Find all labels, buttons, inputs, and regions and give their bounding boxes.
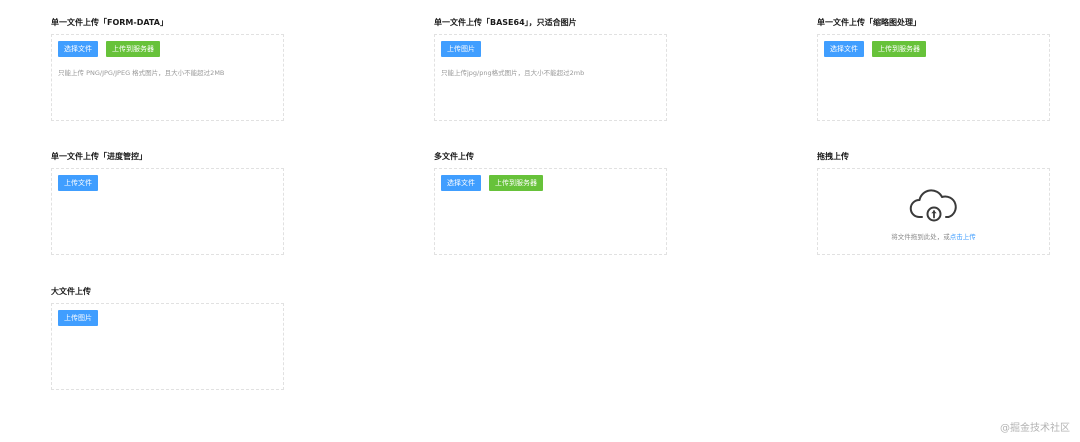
upload-box: 上传图片 — [51, 303, 284, 390]
section-progress-upload: 单一文件上传「进度管控」 上传文件 — [51, 151, 284, 255]
section-form-data-upload: 单一文件上传「FORM-DATA」 选择文件 上传到服务器 只能上传 PNG/J… — [51, 17, 284, 121]
drop-zone[interactable]: 将文件拖到此处，或点击上传 — [817, 168, 1050, 255]
section-title: 多文件上传 — [434, 152, 474, 161]
section-multi-file-upload: 多文件上传 选择文件 上传到服务器 — [434, 151, 667, 255]
upload-box: 选择文件 上传到服务器 只能上传 PNG/JPG/JPEG 格式图片，且大小不能… — [51, 34, 284, 121]
drag-instruction: 将文件拖到此处，或 — [891, 233, 950, 241]
section-title: 大文件上传 — [51, 287, 91, 296]
upload-box: 上传图片 只能上传jpg/png格式图片，且大小不能超过2mb — [434, 34, 667, 121]
section-thumbnail-upload: 单一文件上传「缩略图处理」 选择文件 上传到服务器 — [817, 17, 1050, 121]
section-drag-upload: 拖拽上传 将文件拖到此处，或点击上传 — [817, 151, 1050, 255]
cloud-upload-icon — [818, 185, 1049, 225]
page: 单一文件上传「FORM-DATA」 选择文件 上传到服务器 只能上传 PNG/J… — [0, 0, 1080, 442]
upload-hint: 只能上传jpg/png格式图片，且大小不能超过2mb — [441, 69, 585, 77]
section-title: 单一文件上传「缩略图处理」 — [817, 18, 921, 27]
section-title: 单一文件上传「FORM-DATA」 — [51, 18, 168, 27]
upload-box: 选择文件 上传到服务器 — [434, 168, 667, 255]
click-to-upload-link[interactable]: 点击上传 — [950, 233, 976, 241]
upload-image-button[interactable]: 上传图片 — [58, 310, 98, 326]
watermark: @掘金技术社区 — [1000, 423, 1070, 434]
upload-box: 选择文件 上传到服务器 — [817, 34, 1050, 121]
select-file-button[interactable]: 选择文件 — [58, 41, 98, 57]
section-base64-upload: 单一文件上传「BASE64」，只适合图片 上传图片 只能上传jpg/png格式图… — [434, 17, 667, 121]
upload-image-button[interactable]: 上传图片 — [441, 41, 481, 57]
upload-box: 上传文件 — [51, 168, 284, 255]
upload-to-server-button[interactable]: 上传到服务器 — [489, 175, 543, 191]
upload-file-button[interactable]: 上传文件 — [58, 175, 98, 191]
section-large-file-upload: 大文件上传 上传图片 — [51, 286, 284, 390]
section-title: 单一文件上传「进度管控」 — [51, 152, 147, 161]
upload-to-server-button[interactable]: 上传到服务器 — [106, 41, 160, 57]
select-file-button[interactable]: 选择文件 — [824, 41, 864, 57]
section-title: 拖拽上传 — [817, 152, 849, 161]
select-file-button[interactable]: 选择文件 — [441, 175, 481, 191]
upload-hint: 只能上传 PNG/JPG/JPEG 格式图片，且大小不能超过2MB — [58, 69, 225, 77]
upload-to-server-button[interactable]: 上传到服务器 — [872, 41, 926, 57]
section-title: 单一文件上传「BASE64」，只适合图片 — [434, 18, 577, 27]
